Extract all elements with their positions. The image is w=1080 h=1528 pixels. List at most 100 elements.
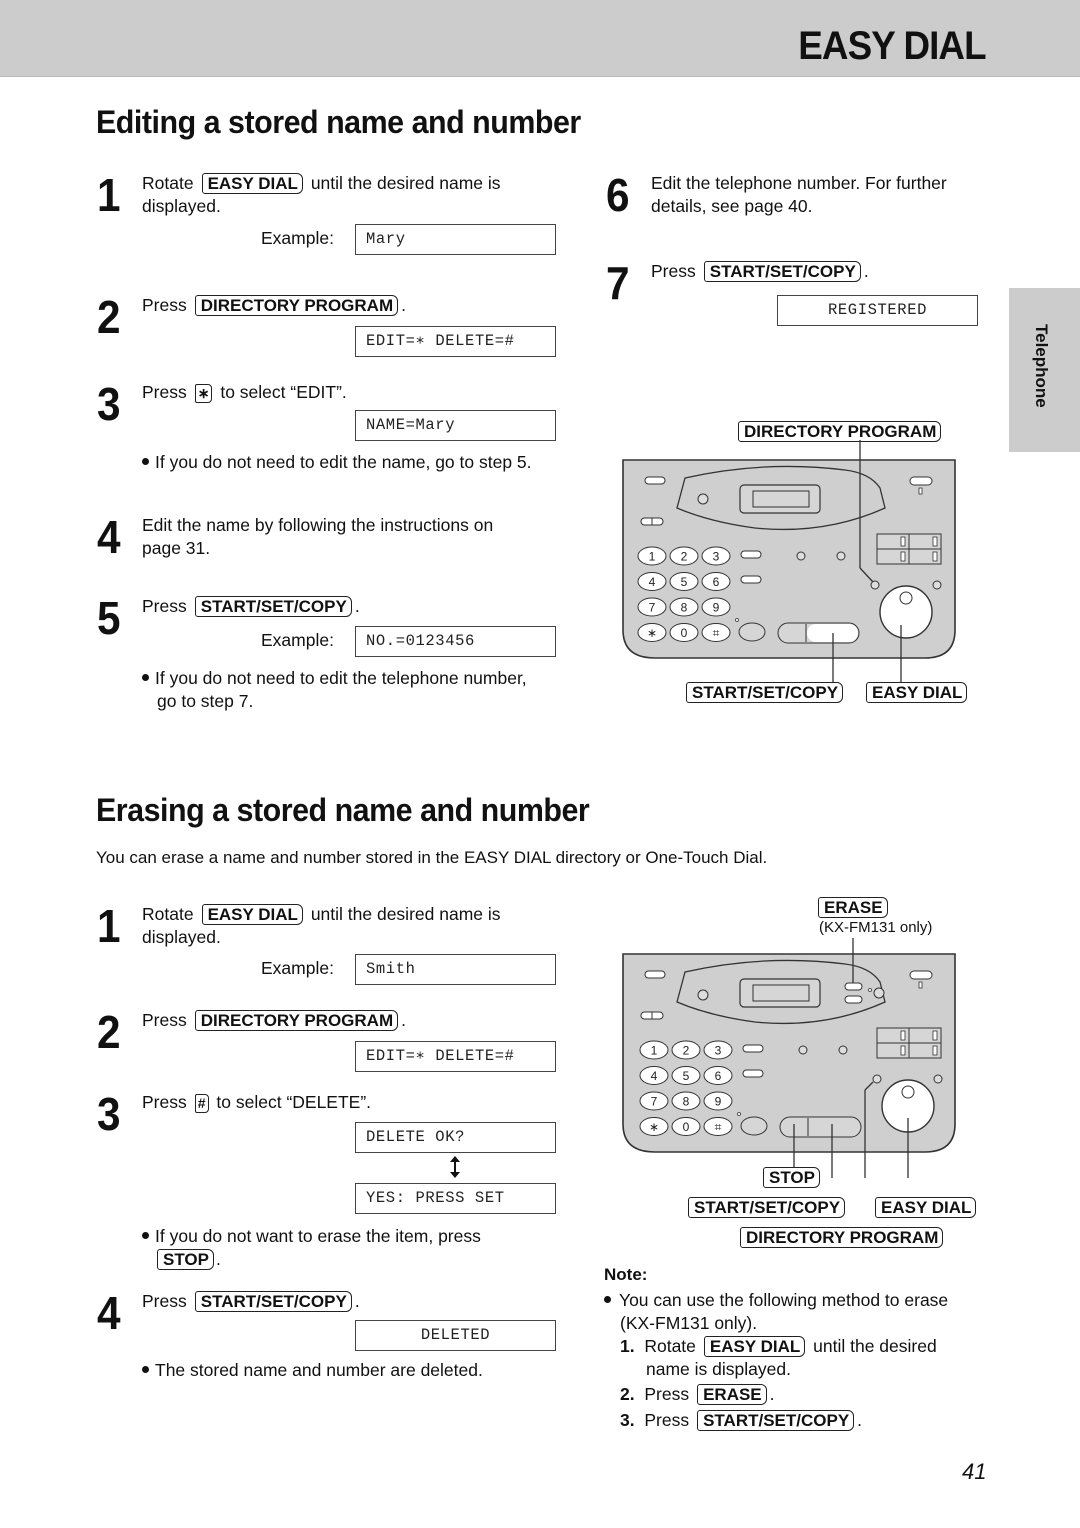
step-number: 4 — [97, 511, 121, 563]
easy-dial-key: EASY DIAL — [703, 1336, 806, 1357]
bullet-note: The stored name and number are deleted. — [142, 1359, 483, 1382]
step-number: 1 — [97, 169, 121, 221]
up-down-arrow-icon — [450, 1156, 460, 1178]
lcd-display: Smith — [355, 954, 556, 985]
fax-control-panel-diagram: 1 2 3 4 5 6 7 8 9 ∗ 0 ⌗ — [622, 440, 956, 685]
page-number: 41 — [962, 1459, 987, 1484]
edit-section-title: Editing a stored name and number — [96, 104, 581, 140]
step-text: Edit the telephone number. For further d… — [651, 173, 947, 216]
lcd-display: DELETED — [355, 1320, 556, 1351]
keypad-key-label: 9 — [713, 601, 720, 615]
keypad-key-label: 0 — [683, 1120, 690, 1134]
bullet-note: If you do not need to edit the telephone… — [142, 667, 527, 713]
header-band: EASY DIAL — [0, 0, 1080, 77]
step-number: 3 — [97, 378, 121, 430]
keypad-key-label: 8 — [683, 1095, 690, 1109]
step-number: 3 — [97, 1088, 121, 1140]
keypad-key-label: 1 — [651, 1044, 658, 1058]
step-number: 2 — [97, 291, 121, 343]
step-text: Press START/SET/COPY. — [142, 596, 360, 617]
pound-key-icon: # — [194, 1094, 209, 1113]
bullet-dot-icon — [604, 1295, 611, 1303]
erase-section-title: Erasing a stored name and number — [96, 792, 590, 828]
example-label: Example: — [261, 228, 334, 248]
keypad-key-label: 9 — [715, 1095, 722, 1109]
bullet-dot-icon — [142, 1365, 149, 1373]
directory-program-key: DIRECTORY PROGRAM — [194, 1010, 399, 1031]
step-text: Press ∗ to select “EDIT”. — [142, 382, 347, 403]
bullet-note: If you do not want to erase the item, pr… — [142, 1225, 481, 1271]
bullet-dot-icon — [142, 1231, 149, 1239]
lcd-display: YES: PRESS SET — [355, 1183, 556, 1214]
start-set-copy-key: START/SET/COPY — [194, 1291, 352, 1312]
step-number: 7 — [606, 257, 630, 309]
example-label: Example: — [261, 958, 334, 978]
page-header-title: EASY DIAL — [798, 24, 987, 68]
note-item-3: 3. Press START/SET/COPY. — [620, 1410, 863, 1431]
keypad-key-label: ∗ — [647, 626, 657, 640]
callout-stop: STOP — [763, 1167, 820, 1188]
step-text: Press START/SET/COPY. — [651, 261, 869, 282]
keypad-key-label: 3 — [715, 1044, 722, 1058]
keypad-key-label: 4 — [651, 1069, 658, 1083]
keypad-key-label: 4 — [649, 575, 656, 589]
side-tab-label: Telephone — [1032, 324, 1051, 408]
keypad-key-label: 5 — [683, 1069, 690, 1083]
star-key-icon: ∗ — [194, 384, 213, 403]
stop-key: STOP — [157, 1249, 214, 1270]
step-number: 5 — [97, 592, 121, 644]
step-text: Rotate EASY DIAL until the desired name i… — [142, 173, 501, 216]
keypad-key-label: 0 — [681, 626, 688, 640]
keypad-key-label: 1 — [649, 550, 656, 564]
callout-erase: ERASE — [818, 897, 888, 918]
start-set-copy-key: START/SET/COPY — [703, 261, 861, 282]
fax-control-panel-diagram-2: 1 2 3 4 5 6 7 8 9 ∗ 0 ⌗ — [622, 938, 956, 1178]
note-heading: Note: — [604, 1265, 648, 1284]
lcd-display: DELETE OK? — [355, 1122, 556, 1153]
step-number: 2 — [97, 1006, 121, 1058]
step-text: Press DIRECTORY PROGRAM. — [142, 1010, 406, 1031]
start-set-copy-key: START/SET/COPY — [194, 596, 352, 617]
callout-easy-dial: EASY DIAL — [866, 682, 968, 703]
keypad-key-label: ∗ — [649, 1120, 659, 1134]
erase-key: ERASE — [697, 1384, 767, 1405]
callout-start-set-copy: START/SET/COPY — [688, 1197, 846, 1218]
note-bullet: You can use the following method to eras… — [604, 1289, 948, 1312]
step-number: 6 — [606, 169, 630, 221]
lcd-display: NAME=Mary — [355, 410, 556, 441]
lcd-display: REGISTERED — [777, 295, 978, 326]
callout-erase-subtitle: (KX-FM131 only) — [819, 919, 933, 936]
start-set-copy-key: START/SET/COPY — [697, 1410, 855, 1431]
keypad-key-label: 3 — [713, 550, 720, 564]
step-text: Press DIRECTORY PROGRAM. — [142, 295, 406, 316]
bullet-note: If you do not need to edit the name, go … — [142, 451, 532, 474]
keypad-key-label: 2 — [683, 1044, 690, 1058]
step-text: Press START/SET/COPY. — [142, 1291, 360, 1312]
lcd-display: NO.=0123456 — [355, 626, 556, 657]
easy-dial-key: EASY DIAL — [201, 904, 303, 925]
easy-dial-key: EASY DIAL — [201, 173, 303, 194]
step-text: Rotate EASY DIAL until the desired name i… — [142, 904, 501, 947]
erase-intro-text: You can erase a name and number stored i… — [96, 848, 768, 867]
note-item-1: 1. Rotate EASY DIAL until the desired — [620, 1336, 937, 1357]
note-item-1-cont: name is displayed. — [646, 1359, 791, 1379]
lcd-display: Mary — [355, 224, 556, 255]
bullet-dot-icon — [142, 457, 149, 465]
example-label: Example: — [261, 630, 334, 650]
keypad-key-label: 7 — [649, 601, 656, 615]
step-number: 4 — [97, 1287, 121, 1339]
callout-easy-dial: EASY DIAL — [875, 1197, 977, 1218]
keypad-key-label: 7 — [651, 1095, 658, 1109]
keypad-key-label: 5 — [681, 575, 688, 589]
callout-directory-program: DIRECTORY PROGRAM — [740, 1227, 944, 1248]
side-tab[interactable]: Telephone — [1009, 288, 1080, 452]
keypad-key-label: 6 — [713, 575, 720, 589]
keypad-key-label: 8 — [681, 601, 688, 615]
step-number: 1 — [97, 900, 121, 952]
lcd-display: EDIT=∗ DELETE=# — [355, 1041, 556, 1072]
note-bullet-cont: (KX-FM131 only). — [620, 1313, 758, 1333]
keypad-key-label: 2 — [681, 550, 688, 564]
keypad-key-label: ⌗ — [713, 626, 720, 640]
keypad-key-label: 6 — [715, 1069, 722, 1083]
note-item-2: 2. Press ERASE. — [620, 1384, 775, 1405]
